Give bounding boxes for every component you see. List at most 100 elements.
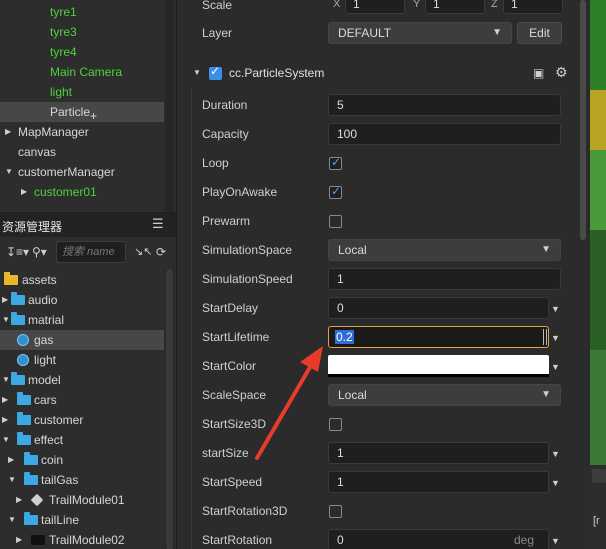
expand-arrow-icon[interactable]: ▶ xyxy=(2,290,8,310)
asset-item-matrial[interactable]: ▼ matrial xyxy=(0,310,164,330)
asset-item-cars[interactable]: ▶ cars xyxy=(0,390,164,410)
asset-item-model[interactable]: ▼ model xyxy=(0,370,164,390)
collapse-arrow-icon[interactable]: ▼ xyxy=(2,310,10,330)
hierarchy-item-mapmanager[interactable]: ▶ MapManager xyxy=(0,122,164,142)
asset-item-label: TrailModule02 xyxy=(49,533,125,547)
hierarchy-item-tyre4[interactable]: tyre4 xyxy=(0,42,164,62)
panel-tab-icon[interactable] xyxy=(592,469,606,483)
collapse-arrow-icon[interactable]: ▼ xyxy=(2,430,10,450)
startcolor-swatch[interactable] xyxy=(328,355,549,377)
collapse-arrow-icon[interactable]: ▼ xyxy=(8,510,16,530)
hierarchy-item-customermanager[interactable]: ▼ customerManager xyxy=(0,162,164,182)
folder-icon xyxy=(11,372,25,385)
hierarchy-item-main-camera[interactable]: Main Camera xyxy=(0,62,164,82)
startlifetime-input[interactable]: 0.2 xyxy=(328,326,549,348)
scale-z-input[interactable]: 1 xyxy=(503,0,563,14)
color-mode-caret-icon[interactable]: ▼ xyxy=(551,362,560,372)
asset-item-tailgas[interactable]: ▼ tailGas xyxy=(0,470,164,490)
hierarchy-scrollbar[interactable] xyxy=(165,0,174,212)
asset-item-light[interactable]: light xyxy=(0,350,164,370)
scene-region xyxy=(590,350,606,465)
expand-arrow-icon[interactable]: ▶ xyxy=(16,490,22,510)
collapse-all-icon[interactable]: ↘↖ xyxy=(134,241,152,263)
expand-arrow-icon[interactable]: ▶ xyxy=(16,530,22,549)
startsize3d-checkbox[interactable] xyxy=(329,418,342,431)
scale-label: Scale xyxy=(202,0,233,12)
prewarm-checkbox[interactable] xyxy=(329,215,342,228)
expand-arrow-icon[interactable]: ▶ xyxy=(2,410,8,430)
curve-mode-caret-icon[interactable]: ▼ xyxy=(551,304,560,314)
expand-arrow-icon[interactable]: ▶ xyxy=(2,390,8,410)
hamburger-icon[interactable]: ☰ xyxy=(152,216,164,232)
expand-arrow-icon[interactable]: ▶ xyxy=(8,450,14,470)
scrollbar-thumb[interactable] xyxy=(166,269,173,549)
capacity-input[interactable]: 100 xyxy=(328,123,561,145)
folder-icon xyxy=(17,432,31,445)
collapse-arrow-icon[interactable]: ▼ xyxy=(193,68,201,77)
simulationspace-dropdown[interactable]: Local ▼ xyxy=(328,239,561,261)
asset-item-effect[interactable]: ▼ effect xyxy=(0,430,164,450)
hierarchy-item-light[interactable]: light xyxy=(0,82,164,102)
curve-mode-caret-icon[interactable]: ▼ xyxy=(551,333,560,343)
component-name: cc.ParticleSystem xyxy=(229,66,325,80)
simulationspeed-input[interactable]: 1 xyxy=(328,268,561,290)
hierarchy-item-particle[interactable]: Particle + xyxy=(0,102,164,123)
gear-icon[interactable]: ⚙ xyxy=(555,64,568,81)
expand-arrow-icon[interactable]: ▶ xyxy=(5,122,11,142)
hierarchy-item-canvas[interactable]: canvas xyxy=(0,142,164,162)
scale-x-input[interactable]: 1 xyxy=(345,0,405,14)
startspeed-label: StartSpeed xyxy=(202,475,263,489)
playonawake-checkbox[interactable] xyxy=(329,184,342,199)
search-icon[interactable]: ⚲▾ xyxy=(32,241,52,263)
asset-item-label: audio xyxy=(28,293,58,307)
assets-panel-tab[interactable]: 资源管理器 ☰ xyxy=(0,213,176,237)
curve-mode-caret-icon[interactable]: ▼ xyxy=(551,449,560,459)
collapse-arrow-icon[interactable]: ▼ xyxy=(8,470,16,490)
material-globe-icon xyxy=(17,334,29,346)
refresh-icon[interactable]: ⟳ xyxy=(156,241,172,263)
startdelay-input[interactable]: 0 xyxy=(328,297,549,319)
hierarchy-item-customer01[interactable]: ▶ customer01 xyxy=(0,182,164,202)
hierarchy-item-tyre3[interactable]: tyre3 xyxy=(0,22,164,42)
sort-icon[interactable]: ↧≡▾ xyxy=(6,241,29,263)
scale-y-input[interactable]: 1 xyxy=(425,0,485,14)
help-book-icon[interactable]: ▣ xyxy=(533,66,544,80)
duration-label: Duration xyxy=(202,98,248,112)
expand-arrow-icon[interactable]: ▶ xyxy=(21,182,27,202)
curve-mode-caret-icon[interactable]: ▼ xyxy=(551,536,560,546)
startrotation3d-checkbox[interactable] xyxy=(329,505,342,518)
layer-edit-button[interactable]: Edit xyxy=(517,22,562,44)
asset-item-trailmodule01[interactable]: ▶ TrailModule01 xyxy=(0,490,164,510)
hierarchy-item-label: canvas xyxy=(18,145,57,159)
loop-checkbox[interactable] xyxy=(329,155,342,170)
collapse-arrow-icon[interactable]: ▼ xyxy=(5,162,13,182)
startsize-input[interactable]: 1 xyxy=(328,442,549,464)
startsize3d-label: StartSize3D xyxy=(202,417,267,431)
prefab-icon xyxy=(30,493,44,507)
asset-item-gas[interactable]: gas xyxy=(0,330,164,350)
asset-item-customer[interactable]: ▶ customer xyxy=(0,410,164,430)
asset-item-tailline[interactable]: ▼ tailLine xyxy=(0,510,164,530)
scene-view[interactable]: [r xyxy=(590,0,606,549)
asset-item-coin[interactable]: ▶ coin xyxy=(0,450,164,470)
assets-scrollbar[interactable] xyxy=(165,269,174,549)
hierarchy-item-tyre1[interactable]: tyre1 xyxy=(0,2,164,22)
layer-dropdown[interactable]: DEFAULT ▼ xyxy=(328,22,512,44)
component-enable-checkbox[interactable] xyxy=(209,64,222,80)
asset-item-assets[interactable]: assets xyxy=(0,270,164,290)
drag-handle-icon[interactable] xyxy=(543,329,547,345)
scalespace-dropdown[interactable]: Local ▼ xyxy=(328,384,561,406)
startspeed-input[interactable]: 1 xyxy=(328,471,549,493)
asset-search-input[interactable]: 搜索 name xyxy=(56,241,126,263)
startrotation-input[interactable]: 0 deg xyxy=(328,529,549,549)
dropdown-caret-icon: ▼ xyxy=(541,389,551,400)
asset-item-trailmodule02[interactable]: ▶ TrailModule02 xyxy=(0,530,164,549)
asset-item-audio[interactable]: ▶ audio xyxy=(0,290,164,310)
particle-system-header[interactable]: ▼ cc.ParticleSystem ▣ ⚙ xyxy=(191,62,575,86)
duration-input[interactable]: 5 xyxy=(328,94,561,116)
asset-item-label: TrailModule01 xyxy=(49,493,125,507)
collapse-arrow-icon[interactable]: ▼ xyxy=(2,370,10,390)
inspector-scrollbar[interactable] xyxy=(580,0,586,549)
curve-mode-caret-icon[interactable]: ▼ xyxy=(551,478,560,488)
scrollbar-thumb[interactable] xyxy=(580,0,586,240)
